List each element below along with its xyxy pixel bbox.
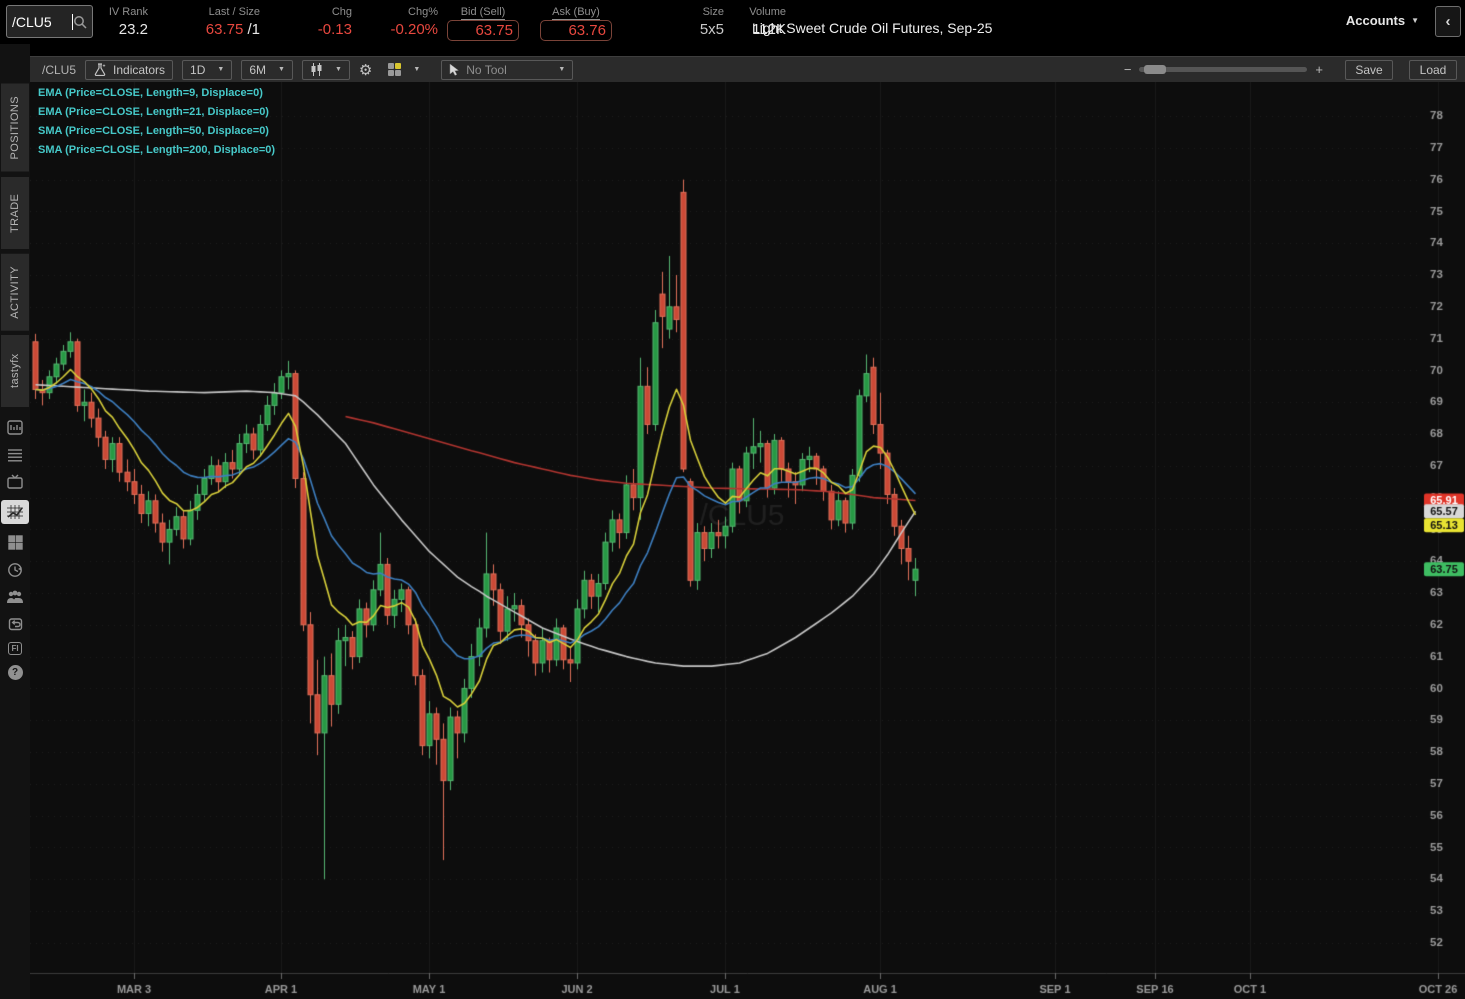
size-field: Size 5x5 (664, 5, 724, 40)
chevron-down-icon: ▼ (217, 66, 224, 73)
chart-panel: EMA (Price=CLOSE, Length=9, Displace=0) … (30, 82, 1465, 999)
volume-label: Volume (749, 5, 786, 19)
iv-rank-label: IV Rank (109, 5, 148, 19)
chg-field: Chg -0.13 (260, 5, 352, 40)
chevron-left-icon: ‹ (1446, 13, 1451, 30)
chevron-down-icon: ▼ (1411, 16, 1419, 25)
replay-box-icon[interactable] (6, 615, 24, 632)
iv-rank-field: IV Rank 23.2 (100, 5, 148, 40)
toolbar-symbol: /CLU5 (42, 63, 76, 77)
flask-icon (93, 63, 107, 76)
symbol-search-box[interactable] (6, 5, 93, 38)
last-size-label: Last / Size (209, 5, 260, 19)
contract-title: Light Sweet Crude Oil Futures, Sep-25 (752, 20, 992, 36)
symbol-input[interactable] (12, 14, 73, 30)
range-dropdown[interactable]: 6M ▼ (241, 60, 293, 80)
chevron-down-icon: ▼ (278, 66, 285, 73)
chg-label: Chg (332, 5, 352, 19)
load-button[interactable]: Load (1409, 60, 1457, 80)
chevron-down-icon: ▼ (413, 66, 420, 73)
chg-pct-label: Chg% (408, 5, 438, 19)
zoom-slider[interactable] (1139, 67, 1307, 72)
last-size-value: 63.75 /1 (206, 20, 260, 40)
search-icon (73, 15, 87, 29)
dashboard-grid-icon[interactable] (6, 534, 24, 551)
indicators-button[interactable]: Indicators (85, 60, 173, 80)
watchlist-icon[interactable] (6, 446, 24, 463)
sidebar-tab-tastyfx[interactable]: tastyfx (1, 335, 29, 407)
sidebar-tab-activity[interactable]: ACTIVITY (1, 254, 29, 331)
sidebar-tab-trade[interactable]: TRADE (1, 177, 29, 249)
zoom-out-button[interactable]: − (1124, 62, 1132, 77)
collapse-panel-button[interactable]: ‹ (1435, 6, 1461, 37)
bid-label: Bid (Sell) (461, 5, 506, 20)
bid-button[interactable]: 63.75 (447, 20, 519, 41)
grid-layout-icon (388, 63, 401, 76)
indicator-labels: EMA (Price=CLOSE, Length=9, Displace=0) … (38, 84, 275, 160)
size-label: Size (703, 5, 724, 19)
last-size-field: Last / Size 63.75 /1 (148, 5, 260, 40)
indicator-label-sma50[interactable]: SMA (Price=CLOSE, Length=50, Displace=0) (38, 122, 275, 141)
chg-value: -0.13 (318, 20, 352, 40)
quote-bar: IV Rank 23.2 Last / Size 63.75 /1 Chg -0… (0, 0, 1465, 44)
fi-panel-icon[interactable]: FI (8, 642, 21, 655)
chg-pct-value: -0.20% (390, 20, 438, 40)
ask-button[interactable]: 63.76 (540, 20, 612, 41)
ask-label: Ask (Buy) (552, 5, 600, 20)
chart-toolbar: /CLU5 Indicators 1D ▼ 6M ▼ ▼ ⚙ ▼ No Tool… (30, 56, 1465, 82)
zoom-control: − + (1124, 62, 1323, 77)
candlestick-icon (310, 63, 323, 76)
tv-icon[interactable] (6, 473, 24, 490)
size-value: 5x5 (700, 20, 724, 40)
drawing-tool-dropdown[interactable]: No Tool ▼ (441, 60, 573, 80)
indicator-label-ema9[interactable]: EMA (Price=CLOSE, Length=9, Displace=0) (38, 84, 275, 103)
cursor-arrow-icon (449, 63, 460, 76)
accounts-menu[interactable]: Accounts ▼ (1346, 13, 1419, 28)
sidebar-tab-positions[interactable]: POSITIONS (1, 84, 29, 172)
zoom-in-button[interactable]: + (1315, 62, 1323, 77)
indicator-label-ema21[interactable]: EMA (Price=CLOSE, Length=21, Displace=0) (38, 103, 275, 122)
left-sidebar: POSITIONS TRADE ACTIVITY tastyfx FI ? (0, 44, 30, 999)
chart-type-dropdown[interactable]: ▼ (302, 60, 350, 80)
chevron-down-icon: ▼ (558, 66, 565, 73)
layout-grid-dropdown[interactable]: ▼ (381, 60, 427, 80)
help-icon[interactable]: ? (8, 665, 23, 680)
history-clock-icon[interactable] (6, 561, 24, 578)
iv-rank-value: 23.2 (119, 20, 148, 40)
timeframe-dropdown[interactable]: 1D ▼ (182, 60, 232, 80)
chart-settings-gear-icon[interactable]: ⚙ (359, 61, 372, 79)
indicator-label-sma200[interactable]: SMA (Price=CLOSE, Length=200, Displace=0… (38, 141, 275, 160)
price-chart-canvas[interactable] (30, 82, 1465, 999)
zoom-slider-handle[interactable] (1144, 65, 1166, 74)
quote-board-icon[interactable] (6, 419, 24, 436)
ask-field: Ask (Buy) 63.76 (528, 5, 624, 41)
save-button[interactable]: Save (1345, 60, 1393, 80)
community-people-icon[interactable] (6, 588, 24, 605)
bid-field: Bid (Sell) 63.75 (438, 5, 528, 41)
chart-icon-active[interactable] (1, 500, 29, 524)
chg-pct-field: Chg% -0.20% (352, 5, 438, 40)
chevron-down-icon: ▼ (335, 66, 342, 73)
